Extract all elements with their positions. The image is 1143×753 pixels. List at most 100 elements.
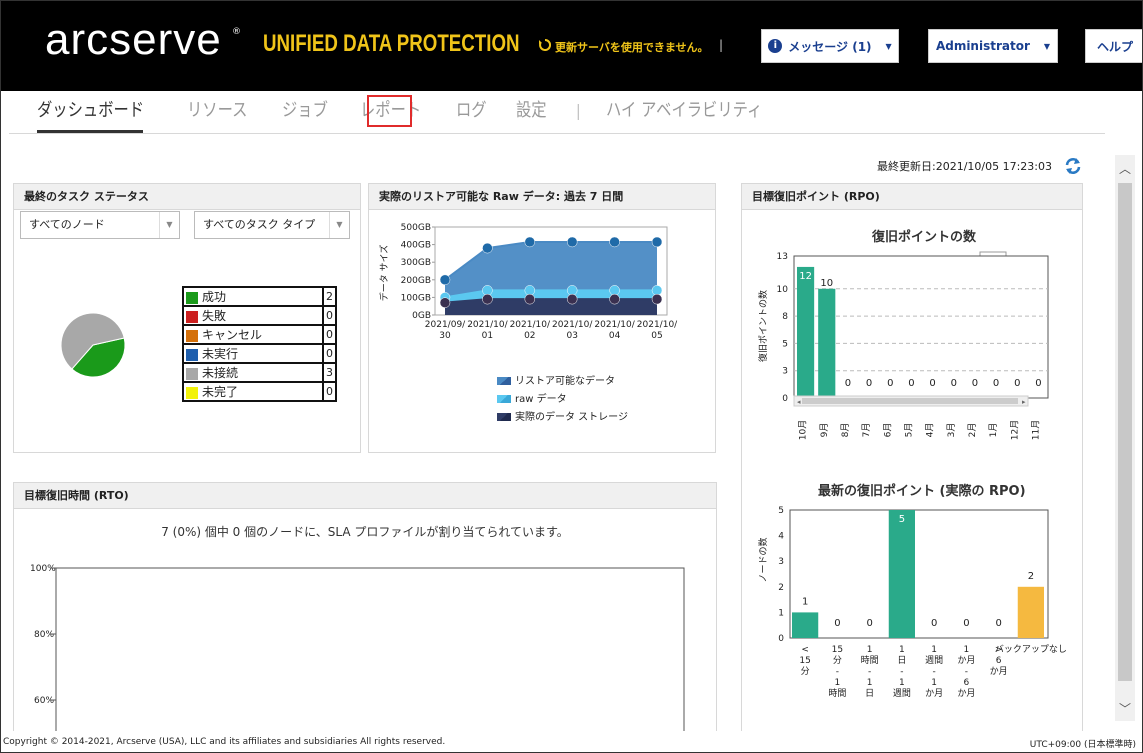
restore-data-point (524, 293, 536, 305)
latest-rpo-plot-area (789, 509, 1049, 639)
admin-menu-button[interactable]: Administrator ▼ (928, 29, 1058, 63)
restore-data-point (482, 293, 493, 305)
latest-rpo-bar-label: 0 (834, 618, 840, 629)
restore-data-point (651, 293, 663, 305)
latest-rpo-x-tick: - (836, 667, 839, 677)
rpo-y-label: 復旧ポイントの数 (757, 290, 769, 362)
status-count: 2 (322, 286, 337, 307)
legend-actual-storage: 実際のデータ ストレージ (497, 408, 628, 423)
rpo-y-tick: 3 (782, 367, 788, 377)
restore-data-point (566, 285, 578, 296)
admin-label: Administrator (935, 39, 1030, 53)
status-row-success: 成功 2 (182, 286, 337, 307)
arcserve-logo[interactable]: arcserve (45, 15, 222, 65)
rpo-x-tick: 10月 (798, 420, 809, 440)
latest-rpo-bar-chart: ノードの数 0123451<15分015分-1時間01時間-1日51日-1週間0… (757, 506, 1067, 699)
legend-restorable: リストア可能なデータ (497, 372, 615, 387)
status-label: キャンセル (202, 328, 263, 342)
rto-tick-60: 60% (34, 696, 54, 706)
latest-rpo-x-tick: 日 (865, 688, 874, 699)
task-type-dropdown[interactable]: すべてのタスク タイプ ▼ (194, 211, 350, 239)
latest-rpo-x-tick: 15 (832, 645, 843, 655)
rpo-bar-label: 0 (993, 378, 999, 389)
dashboard-window: arcserve ® UNIFIED DATA PROTECTION 更新サーバ… (0, 0, 1143, 753)
restore-data-point (651, 285, 663, 296)
tab-high-availability[interactable]: ハイ アベイラビリティ (606, 97, 762, 127)
update-server-message[interactable]: 更新サーバを使用できません。 (539, 38, 709, 55)
restore-data-point (524, 236, 536, 248)
rpo-bar-label: 0 (887, 378, 893, 389)
top-header-bar: arcserve ® UNIFIED DATA PROTECTION 更新サーバ… (1, 1, 1142, 91)
footer: Copyright © 2014-2021, Arcserve (USA), L… (1, 731, 1142, 752)
restore-data-panel: 実際のリストア可能な Raw データ: 過去 7 日間 データ サイズ 0GB 1… (368, 183, 716, 453)
tab-resources[interactable]: リソース (187, 97, 247, 127)
registered-mark: ® (232, 27, 241, 37)
restore-data-point (566, 236, 578, 248)
status-label: 成功 (202, 290, 227, 304)
restore-data-point (609, 293, 620, 305)
latest-rpo-x-tick: 分 (801, 666, 810, 677)
disconnected-swatch (186, 367, 198, 380)
restore-y-tick: 500GB (401, 223, 431, 233)
scroll-down-icon[interactable]: ﹀ (1115, 699, 1135, 719)
restore-x-tick-day: 02 (524, 331, 535, 341)
node-filter-value: すべてのノード (29, 218, 105, 231)
latest-rpo-x-tick: か月 (957, 688, 975, 699)
tab-dashboard[interactable]: ダッシュボード (37, 97, 144, 127)
not-run-swatch (186, 348, 198, 361)
restore-x-tick-day: 30 (439, 331, 451, 341)
latest-rpo-x-tick: 1 (835, 678, 841, 688)
rto-tick-100: 100% (30, 564, 56, 574)
latest-rpo-y-tick: 1 (778, 608, 784, 618)
scrollbar-thumb[interactable] (1118, 183, 1132, 681)
restore-x-tick: 2021/10/ (594, 320, 635, 330)
latest-rpo-bar (888, 510, 915, 638)
tab-settings[interactable]: 設定 (516, 97, 547, 127)
latest-rpo-bar-label: 0 (931, 618, 937, 629)
node-filter-dropdown[interactable]: すべてのノード ▼ (20, 211, 180, 239)
legend-label: raw データ (515, 394, 567, 405)
rpo-title: 目標復旧ポイント (RPO) (742, 184, 1082, 210)
rpo-bar (797, 266, 815, 398)
latest-rpo-bar-label: 1 (802, 596, 808, 607)
latest-rpo-bar-label: 0 (866, 618, 872, 629)
update-message-text: 更新サーバを使用できません。 (555, 41, 709, 54)
latest-rpo-bar (1017, 586, 1044, 638)
latest-rpo-x-tick: 15 (799, 656, 810, 666)
rpo-y-tick: 10 (777, 285, 789, 295)
legend-label: 実際のデータ ストレージ (515, 412, 628, 423)
tab-jobs[interactable]: ジョブ (282, 97, 328, 127)
status-count: 3 (322, 362, 337, 383)
legend-label: リストア可能なデータ (515, 376, 615, 387)
task-status-title: 最終のタスク ステータス (14, 184, 360, 210)
latest-rpo-x-tick: 1 (931, 645, 937, 655)
messages-button[interactable]: i メッセージ (1) ▼ (761, 29, 899, 63)
latest-rpo-x-tick: か月 (957, 655, 975, 666)
tab-log[interactable]: ログ (456, 97, 487, 127)
rpo-bar-label: 0 (866, 378, 872, 389)
refresh-icon[interactable] (1063, 156, 1083, 176)
rpo-x-tick: 5月 (903, 423, 914, 438)
task-status-table: 成功 2 失敗 0 キャンセル 0 未実行 0 未接続 3 未完了 0 (182, 286, 337, 402)
restore-data-point (524, 285, 536, 296)
chevron-down-icon: ▼ (329, 212, 349, 238)
last-update-text: 最終更新日:2021/10/05 17:23:03 (877, 160, 1053, 173)
chevron-down-icon: ▼ (885, 41, 892, 51)
help-button[interactable]: ヘルプ (1085, 29, 1142, 63)
rpo-y-tick: 13 (777, 252, 788, 262)
latest-rpo-y-tick: 4 (778, 532, 784, 542)
chart-scrollbar-thumb[interactable] (802, 398, 1018, 404)
task-type-value: すべてのタスク タイプ (203, 218, 316, 231)
status-count: 0 (322, 343, 337, 364)
latest-rpo-x-tick: 1 (899, 678, 905, 688)
scroll-up-icon[interactable]: ︿ (1115, 159, 1135, 179)
failed-swatch (186, 310, 198, 323)
latest-rpo-x-tick: 1 (899, 645, 905, 655)
page-scrollbar[interactable]: ︿ ﹀ (1115, 155, 1135, 721)
latest-rpo-x-tick: か月 (925, 688, 943, 699)
latest-rpo-x-tick: 分 (833, 655, 842, 666)
scroll-left-icon[interactable]: ◂ (797, 398, 801, 406)
status-label: 未接続 (202, 366, 239, 380)
messages-label: メッセージ (1) (788, 39, 872, 54)
scroll-right-icon[interactable]: ▸ (1022, 398, 1026, 406)
